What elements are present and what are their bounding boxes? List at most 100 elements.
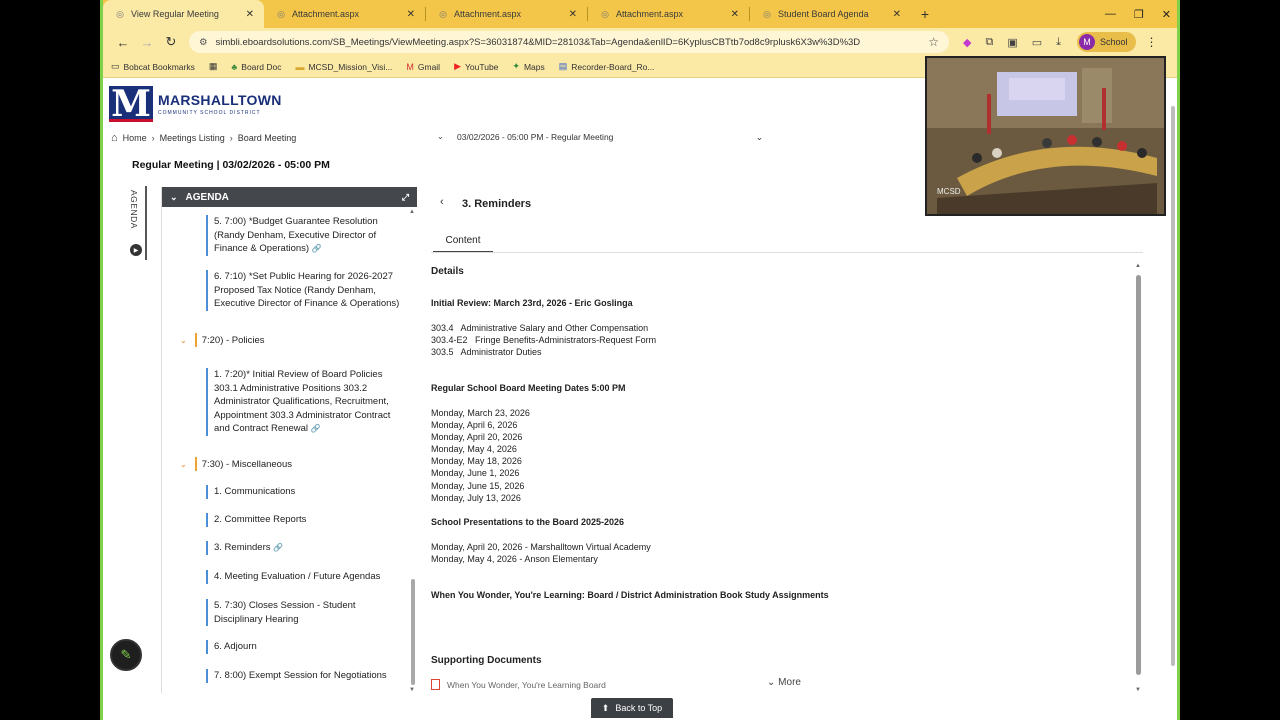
minimize-icon[interactable]: — — [1105, 8, 1116, 20]
scroll-up-icon[interactable]: ▲ — [1135, 263, 1141, 269]
cast-icon[interactable]: ▭ — [1032, 36, 1042, 49]
browser-tab[interactable]: ◎ Attachment.aspx ✕ — [588, 0, 749, 28]
bookmark-item[interactable]: ▬ MCSD_Mission_Visi... — [295, 62, 392, 72]
agenda-item[interactable]: 4. Meeting Evaluation / Future Agendas — [206, 570, 406, 584]
tab-title: Attachment.aspx — [292, 9, 360, 19]
bookmark-item[interactable]: M Gmail — [406, 62, 440, 72]
agenda-item-label: 6. 7:10) *Set Public Hearing for 2026-20… — [214, 271, 400, 309]
close-tab-icon[interactable]: ✕ — [407, 9, 415, 20]
video-label: MCSD — [937, 187, 961, 196]
agenda-header: ⌄ AGENDA ⤢ — [162, 187, 417, 207]
home-icon[interactable]: ⌂ — [111, 132, 118, 144]
browser-tab[interactable]: ◎ Attachment.aspx ✕ — [264, 0, 425, 28]
back-arrow-icon[interactable]: ← — [111, 35, 135, 50]
window-controls: — ❐ ✕ — [1105, 0, 1171, 28]
agenda-item[interactable]: 1. 7:20)* Initial Review of Board Polici… — [206, 368, 406, 436]
page-scrollbar[interactable] — [1169, 82, 1177, 716]
chevron-right-icon: › — [151, 133, 155, 143]
logo-letter: M — [109, 86, 153, 122]
bookmark-label: YouTube — [465, 61, 499, 72]
agenda-side-label: AGENDA — [129, 190, 139, 229]
page-favicon-icon: ◎ — [277, 9, 285, 19]
breadcrumb-home[interactable]: Home — [123, 133, 147, 143]
play-icon[interactable]: ▶ — [130, 244, 142, 256]
forward-arrow-icon[interactable]: → — [135, 35, 159, 50]
scroll-thumb[interactable] — [1136, 275, 1141, 675]
agenda-item[interactable]: 7. 8:00) Exempt Session for Negotiations — [206, 669, 406, 683]
agenda-item[interactable]: 6. 7:10) *Set Public Hearing for 2026-20… — [206, 270, 406, 311]
split-view-icon[interactable]: ▣ — [1007, 36, 1017, 49]
back-chevron-icon[interactable]: ‹ — [440, 196, 444, 208]
folder-icon: ▭ — [111, 61, 120, 71]
bookmark-item[interactable]: ▶ YouTube — [454, 61, 498, 72]
scroll-thumb[interactable] — [1171, 106, 1175, 666]
url-text: simbli.eboardsolutions.com/SB_Meetings/V… — [215, 36, 861, 48]
agenda-item[interactable]: 1. Communications — [206, 485, 406, 499]
agenda-item[interactable]: 5. 7:00) *Budget Guarantee Resolution (R… — [206, 215, 406, 256]
back-to-top-button[interactable]: ⬆ Back to Top — [591, 698, 673, 718]
puzzle-icon[interactable]: ⧉ — [985, 36, 993, 49]
meeting-video-feed[interactable]: MCSD — [925, 56, 1166, 216]
bookmark-item[interactable]: ✦ Maps — [512, 61, 544, 72]
bookmark-label: Board Doc — [241, 61, 282, 72]
tab-content[interactable]: Content — [433, 231, 493, 253]
scroll-down-icon[interactable]: ▼ — [1135, 687, 1141, 693]
policy-line: 303.4-E2 Fringe Benefits-Administrators-… — [431, 335, 657, 345]
scroll-down-icon[interactable]: ▼ — [409, 687, 415, 693]
agenda-title: AGENDA — [185, 191, 229, 203]
bookmark-item[interactable]: ▭ Bobcat Bookmarks — [111, 61, 195, 72]
agenda-item-selected[interactable]: 3. Reminders 🔗 — [206, 541, 406, 555]
new-tab-plus-icon[interactable]: + — [911, 0, 939, 28]
browser-tab[interactable]: ◎ Student Board Agenda ✕ — [750, 0, 911, 28]
bookmark-item[interactable]: ▤ Recorder-Board_Ro... — [559, 61, 655, 72]
district-logo[interactable]: M MARSHALLTOWN COMMUNITY SCHOOL DISTRICT — [109, 86, 282, 122]
site-info-icon[interactable]: ⚙ — [199, 37, 208, 48]
meeting-select[interactable]: 03/02/2026 - 05:00 PM - Regular Meeting … — [457, 132, 763, 143]
browser-tab[interactable]: ◎ View Regular Meeting ✕ — [103, 0, 264, 28]
browser-tab[interactable]: ◎ Attachment.aspx ✕ — [426, 0, 587, 28]
close-tab-icon[interactable]: ✕ — [731, 9, 739, 20]
apps-grid-icon[interactable]: ▦ — [209, 61, 218, 72]
extension-icon[interactable]: ◆ — [963, 36, 971, 49]
back-to-top-label: Back to Top — [615, 703, 663, 713]
gmail-icon: M — [406, 61, 414, 72]
scroll-up-icon[interactable]: ▲ — [409, 209, 415, 215]
close-tab-icon[interactable]: ✕ — [569, 9, 577, 20]
logo-subtitle: COMMUNITY SCHOOL DISTRICT — [158, 110, 261, 116]
agenda-item[interactable]: 2. Committee Reports — [206, 513, 406, 527]
profile-button[interactable]: M School — [1077, 32, 1136, 52]
page-favicon-icon: ◎ — [601, 9, 609, 19]
content-scrollbar[interactable]: ▲ ▼ — [1135, 263, 1143, 693]
address-bar[interactable]: ⚙ simbli.eboardsolutions.com/SB_Meetings… — [189, 31, 949, 53]
date-line: Monday, July 13, 2026 — [431, 493, 521, 503]
downloads-icon[interactable]: ⤓ — [1056, 36, 1061, 49]
agenda-item-label: 2. Committee Reports — [214, 514, 307, 525]
pencil-edit-icon[interactable]: ✎ — [110, 639, 142, 671]
more-button[interactable]: ⌄ More — [767, 677, 801, 688]
bookmark-star-icon[interactable]: ☆ — [928, 35, 939, 49]
reload-icon[interactable]: ↻ — [159, 34, 183, 50]
bookmark-item[interactable]: ♣ Board Doc — [231, 62, 281, 72]
close-tab-icon[interactable]: ✕ — [246, 9, 254, 20]
tree-icon: ♣ — [231, 61, 238, 72]
tab-strip: ◎ View Regular Meeting ✕ ◎ Attachment.as… — [103, 0, 1177, 28]
agenda-section[interactable]: ⌄ 7:30) - Miscellaneous — [180, 457, 292, 471]
chevron-down-icon[interactable]: ⌄ — [437, 132, 444, 141]
scroll-thumb[interactable] — [411, 579, 415, 685]
folder-icon: ▬ — [295, 61, 305, 72]
collapse-all-icon[interactable]: ⌄ — [170, 192, 178, 203]
restore-icon[interactable]: ❐ — [1134, 8, 1144, 21]
agenda-item[interactable]: 5. 7:30) Closes Session - Student Discip… — [206, 599, 406, 626]
document-link[interactable]: When You Wonder, You're Learning Board — [431, 679, 606, 690]
breadcrumb-meetings[interactable]: Meetings Listing — [160, 133, 225, 143]
agenda-item-label: 5. 7:30) Closes Session - Student Discip… — [214, 600, 356, 625]
agenda-section[interactable]: ⌄ 7:20) - Policies — [180, 333, 265, 347]
agenda-side-tab[interactable]: AGENDA ▶ — [127, 186, 147, 260]
menu-kebab-icon[interactable]: ⋮ — [1146, 35, 1158, 49]
agenda-item[interactable]: 6. Adjourn — [206, 640, 406, 654]
bookmark-label: Maps — [523, 61, 545, 72]
close-window-icon[interactable]: ✕ — [1162, 8, 1171, 21]
close-tab-icon[interactable]: ✕ — [893, 9, 901, 20]
agenda-scrollbar[interactable]: ▲ ▼ — [409, 207, 417, 693]
expand-icon[interactable]: ⤢ — [402, 192, 409, 203]
